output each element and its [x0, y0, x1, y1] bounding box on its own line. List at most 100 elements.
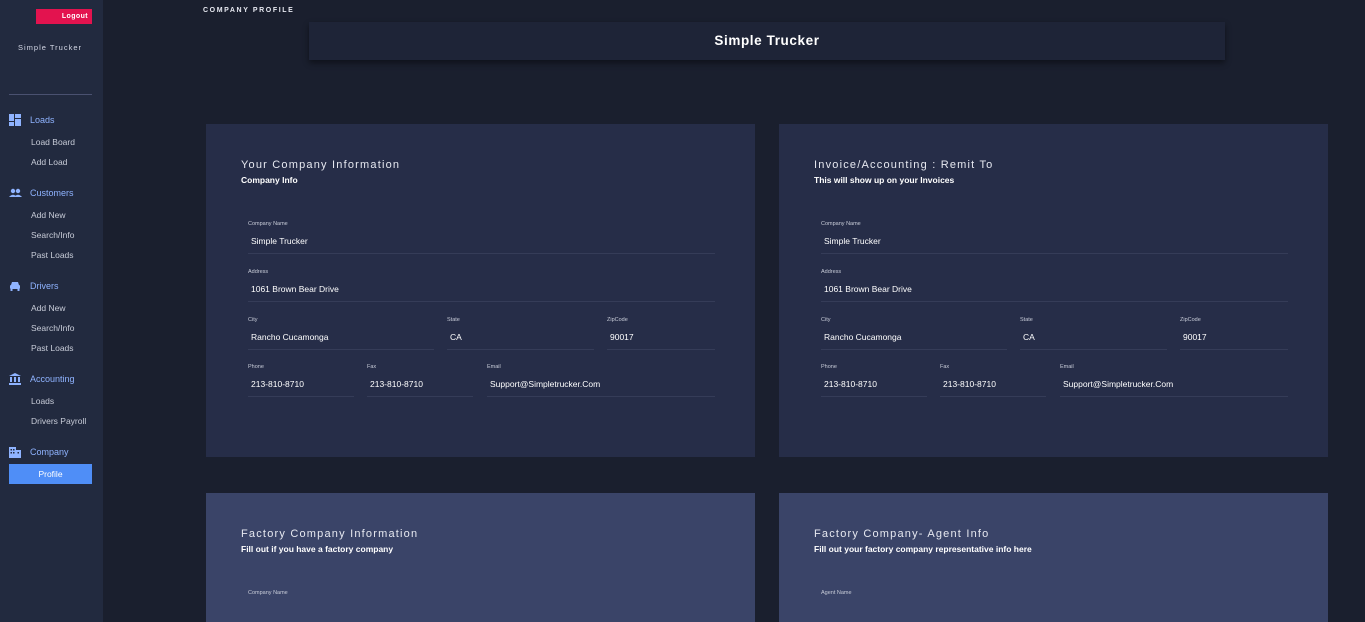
fax-value[interactable]: 213-810-8710	[370, 379, 423, 389]
field-underline	[821, 253, 1288, 254]
agent-name-field[interactable]: Agent Name	[821, 590, 1288, 620]
invoice-info-card: Invoice/Accounting : Remit To This will …	[779, 124, 1328, 457]
invoice-city-value[interactable]: Rancho Cucamonga	[824, 332, 902, 342]
invoice-zipcode-field[interactable]: ZipCode 90017	[1180, 317, 1288, 351]
field-label: Company Name	[248, 590, 288, 596]
sidebar-item-customers-search[interactable]: Search/Info	[31, 230, 74, 240]
field-underline	[607, 349, 715, 350]
card-title: Factory Company- Agent Info	[814, 528, 990, 540]
address-field[interactable]: Address 1061 Brown Bear Drive	[248, 269, 715, 303]
car-icon	[9, 280, 21, 292]
sidebar-section-label: Customers	[30, 188, 74, 198]
logout-button[interactable]: Logout	[36, 9, 92, 24]
invoice-email-value[interactable]: Support@Simpletrucker.Com	[1063, 379, 1173, 389]
invoice-state-field[interactable]: State CA	[1020, 317, 1167, 351]
building-icon	[9, 446, 21, 458]
invoice-city-field[interactable]: City Rancho Cucamonga	[821, 317, 1007, 351]
field-label: Company Name	[248, 221, 288, 227]
invoice-email-field[interactable]: Email Support@Simpletrucker.Com	[1060, 364, 1288, 398]
sidebar-item-customers-past-loads[interactable]: Past Loads	[31, 250, 74, 260]
card-subtitle: Company Info	[241, 175, 298, 185]
fax-field[interactable]: Fax 213-810-8710	[367, 364, 473, 398]
field-label: City	[248, 317, 258, 323]
address-value[interactable]: 1061 Brown Bear Drive	[251, 284, 339, 294]
field-underline	[447, 349, 594, 350]
city-value[interactable]: Rancho Cucamonga	[251, 332, 329, 342]
sidebar: Logout Simple Trucker Loads Load Board A…	[0, 0, 103, 622]
invoice-company-name-field[interactable]: Company Name Simple Trucker	[821, 221, 1288, 255]
field-underline	[248, 301, 715, 302]
card-title: Factory Company Information	[241, 528, 419, 540]
factory-company-name-field[interactable]: Company Name	[248, 590, 715, 620]
sidebar-item-drivers-add-new[interactable]: Add New	[31, 303, 66, 313]
field-underline	[248, 253, 715, 254]
invoice-fax-field[interactable]: Fax 213-810-8710	[940, 364, 1046, 398]
state-field[interactable]: State CA	[447, 317, 594, 351]
page-label: COMPANY PROFILE	[203, 7, 295, 14]
zipcode-field[interactable]: ZipCode 90017	[607, 317, 715, 351]
sidebar-section-customers[interactable]: Customers	[9, 187, 74, 199]
invoice-address-value[interactable]: 1061 Brown Bear Drive	[824, 284, 912, 294]
card-subtitle: Fill out your factory company representa…	[814, 544, 1032, 554]
state-value[interactable]: CA	[450, 332, 462, 342]
field-label: Phone	[821, 364, 837, 370]
field-label: Email	[487, 364, 501, 370]
people-icon	[9, 187, 22, 199]
email-field[interactable]: Email Support@Simpletrucker.Com	[487, 364, 715, 398]
field-underline	[1060, 396, 1288, 397]
field-label: Address	[821, 269, 842, 275]
sidebar-item-drivers-past-loads[interactable]: Past Loads	[31, 343, 74, 353]
field-underline	[940, 396, 1046, 397]
email-value[interactable]: Support@Simpletrucker.Com	[490, 379, 600, 389]
invoice-address-field[interactable]: Address 1061 Brown Bear Drive	[821, 269, 1288, 303]
field-underline	[367, 396, 473, 397]
field-label: Address	[248, 269, 269, 275]
sidebar-item-add-load[interactable]: Add Load	[31, 157, 67, 167]
field-label: Agent Name	[821, 590, 852, 596]
card-subtitle: Fill out if you have a factory company	[241, 544, 394, 554]
sidebar-item-load-board[interactable]: Load Board	[31, 137, 75, 147]
zipcode-value[interactable]: 90017	[610, 332, 634, 342]
field-label: City	[821, 317, 831, 323]
card-title: Your Company Information	[241, 159, 401, 171]
company-name-field[interactable]: Company Name Simple Trucker	[248, 221, 715, 255]
sidebar-section-company[interactable]: Company	[9, 446, 69, 458]
invoice-state-value[interactable]: CA	[1023, 332, 1035, 342]
company-name-value[interactable]: Simple Trucker	[251, 236, 308, 246]
page-title: Simple Trucker	[309, 22, 1225, 60]
field-label: Fax	[367, 364, 377, 370]
invoice-company-name-value[interactable]: Simple Trucker	[824, 236, 881, 246]
sidebar-item-profile[interactable]: Profile	[9, 464, 92, 484]
sidebar-item-drivers-payroll[interactable]: Drivers Payroll	[31, 416, 86, 426]
sidebar-section-accounting[interactable]: Accounting	[9, 373, 75, 385]
field-label: State	[1020, 317, 1033, 323]
phone-field[interactable]: Phone 213-810-8710	[248, 364, 354, 398]
bank-icon	[9, 373, 21, 385]
city-field[interactable]: City Rancho Cucamonga	[248, 317, 434, 351]
field-label: Fax	[940, 364, 950, 370]
sidebar-section-drivers[interactable]: Drivers	[9, 280, 59, 292]
field-label: ZipCode	[607, 317, 628, 323]
sidebar-item-customers-add-new[interactable]: Add New	[31, 210, 66, 220]
invoice-phone-field[interactable]: Phone 213-810-8710	[821, 364, 927, 398]
sidebar-section-label: Drivers	[30, 281, 59, 291]
company-info-card: Your Company Information Company Info Co…	[206, 124, 755, 457]
field-underline	[1180, 349, 1288, 350]
invoice-phone-value[interactable]: 213-810-8710	[824, 379, 877, 389]
field-underline	[487, 396, 715, 397]
field-label: Phone	[248, 364, 264, 370]
sidebar-section-label: Company	[30, 447, 69, 457]
sidebar-item-drivers-search[interactable]: Search/Info	[31, 323, 74, 333]
field-label: State	[447, 317, 460, 323]
phone-value[interactable]: 213-810-8710	[251, 379, 304, 389]
field-label: Company Name	[821, 221, 861, 227]
invoice-zipcode-value[interactable]: 90017	[1183, 332, 1207, 342]
sidebar-section-label: Accounting	[30, 374, 75, 384]
field-underline	[821, 349, 1007, 350]
field-underline	[821, 301, 1288, 302]
sidebar-item-accounting-loads[interactable]: Loads	[31, 396, 54, 406]
sidebar-section-loads[interactable]: Loads	[9, 114, 55, 126]
field-underline	[248, 349, 434, 350]
invoice-fax-value[interactable]: 213-810-8710	[943, 379, 996, 389]
dashboard-icon	[9, 114, 21, 126]
